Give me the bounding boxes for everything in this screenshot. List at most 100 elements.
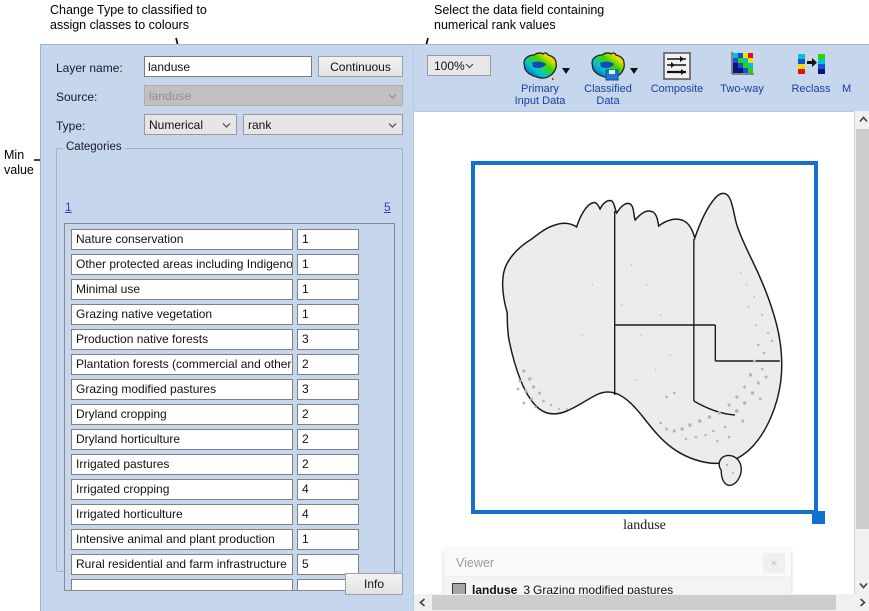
canvas-horizontal-scrollbar[interactable] [414,594,869,611]
layer-name-input[interactable] [144,56,312,77]
tool-primary-input-data[interactable]: Primary Input Data [508,50,572,107]
type-combo[interactable]: Numerical [144,114,237,135]
category-value-cell[interactable]: 4 [297,479,359,500]
australia-rainbow-save-icon [576,50,640,82]
scroll-down-icon[interactable] [855,577,869,594]
tool-classified-data[interactable]: Classified Data [576,50,640,107]
left-form-panel: Layer name: Continuous Source: landuse T… [41,45,432,611]
category-value-cell[interactable]: 2 [297,404,359,425]
category-value-cell[interactable]: 3 [297,329,359,350]
canvas-scroll-thumb[interactable] [856,129,869,529]
chevron-down-icon [388,120,397,129]
viewer-header: Viewer × [444,549,791,577]
close-icon[interactable]: × [763,553,785,573]
tool-label: Two-way [720,83,764,95]
table-row[interactable]: Dryland horticulture 2 [71,429,359,450]
annotation-change-type: Change Type to classified to assign clas… [50,3,207,32]
more-icon [842,50,866,82]
category-name-cell[interactable]: Nature conservation [71,229,293,250]
annotation-min-value: Min value [4,148,34,177]
category-name-cell[interactable]: Irrigated pastures [71,454,293,475]
map-canvas-area[interactable]: landuse Viewer × landuse 3 Grazing modif… [414,111,854,611]
category-value-cell[interactable]: 2 [297,429,359,450]
category-value-cell[interactable]: 1 [297,304,359,325]
category-name-cell[interactable]: Plantation forests (commercial and other… [71,354,293,375]
table-row[interactable]: Irrigated cropping 4 [71,479,359,500]
canvas-hscroll-thumb[interactable] [432,595,836,610]
category-value-cell[interactable]: 1 [297,529,359,550]
category-value-cell[interactable]: 3 [297,379,359,400]
tool-more[interactable]: M [842,50,866,95]
category-name-cell[interactable] [71,579,293,590]
table-row[interactable]: Intensive animal and plant production 1 [71,529,359,550]
tool-reclass[interactable]: Reclass [779,50,843,95]
category-value-cell[interactable]: 1 [297,229,359,250]
info-button[interactable]: Info [345,573,403,595]
canvas-vertical-scrollbar[interactable] [854,111,869,594]
layer-name-label: Layer name: [56,61,123,75]
category-value-cell[interactable]: 1 [297,279,359,300]
category-value-cell[interactable]: 4 [297,504,359,525]
category-value-cell[interactable]: 1 [297,254,359,275]
field-combo[interactable]: rank [243,114,403,135]
source-combo[interactable]: landuse [144,85,403,106]
map-resize-handle[interactable] [812,511,825,524]
category-value-cell[interactable]: 2 [297,454,359,475]
zoom-combo[interactable]: 100% [427,55,491,76]
field-value: rank [248,117,272,132]
annotation-select-field: Select the data field containing numeric… [434,3,605,32]
table-row[interactable]: Minimal use 1 [71,279,359,300]
map-pane: 100% Primary Input Data Classified Data … [413,45,869,611]
tool-composite[interactable]: Composite [645,50,709,95]
type-row: Type: [56,116,85,136]
scroll-up-icon[interactable] [855,111,869,128]
australia-rainbow-icon [508,50,572,82]
map-frame[interactable] [471,161,818,514]
scroll-left-icon[interactable] [414,594,431,611]
category-name-cell[interactable]: Irrigated horticulture [71,504,293,525]
chevron-down-icon [388,91,397,100]
table-row[interactable]: Dryland cropping 2 [71,404,359,425]
table-row[interactable]: Production native forests 3 [71,329,359,350]
table-row[interactable]: Grazing native vegetation 1 [71,304,359,325]
category-value-cell[interactable]: 5 [297,554,359,575]
scroll-right-icon[interactable] [854,594,869,611]
categories-listbox[interactable]: Nature conservation 1 Other protected area… [64,223,395,591]
map-caption: landuse [623,518,666,533]
category-name-cell[interactable]: Production native forests [71,329,293,350]
table-row[interactable]: Irrigated horticulture 4 [71,504,359,525]
max-value-link[interactable]: 5 [384,200,391,214]
table-row[interactable]: Irrigated pastures 2 [71,454,359,475]
table-row[interactable]: Nature conservation 1 [71,229,359,250]
source-row: Source: [56,87,97,107]
table-row[interactable]: Other protected areas including Indigeno… [71,254,359,275]
categories-rows: Nature conservation 1 Other protected area… [71,229,359,590]
category-name-cell[interactable]: Grazing modified pastures [71,379,293,400]
category-value-cell[interactable]: 2 [297,354,359,375]
table-row[interactable]: Plantation forests (commercial and other… [71,354,359,375]
category-name-cell[interactable]: Intensive animal and plant production [71,529,293,550]
chevron-down-icon [465,61,474,70]
category-name-cell[interactable]: Rural residential and farm infrastructur… [71,554,293,575]
table-row[interactable]: Rural residential and farm infrastructur… [71,554,359,575]
tool-two-way[interactable]: Two-way [710,50,774,95]
app-root: Change Type to classified to assign clas… [0,0,869,611]
category-name-cell[interactable]: Irrigated cropping [71,479,293,500]
source-value: landuse [149,88,192,103]
continuous-button[interactable]: Continuous [318,56,403,77]
category-name-cell[interactable]: Dryland cropping [71,404,293,425]
type-value: Numerical [149,117,204,132]
tool-label: Classified Data [584,83,632,107]
table-row[interactable] [71,579,359,590]
viewer-title: Viewer [456,555,494,570]
min-value-link[interactable]: 1 [65,200,72,214]
category-name-cell[interactable]: Minimal use [71,279,293,300]
dropdown-caret-icon [562,68,570,74]
source-label: Source: [56,90,98,104]
table-row[interactable]: Grazing modified pastures 3 [71,379,359,400]
toolbar: 100% Primary Input Data Classified Data … [414,45,869,111]
category-name-cell[interactable]: Grazing native vegetation [71,304,293,325]
category-name-cell[interactable]: Other protected areas including Indigeno… [71,254,293,275]
category-name-cell[interactable]: Dryland horticulture [71,429,293,450]
tool-label: Primary Input Data [514,83,566,107]
